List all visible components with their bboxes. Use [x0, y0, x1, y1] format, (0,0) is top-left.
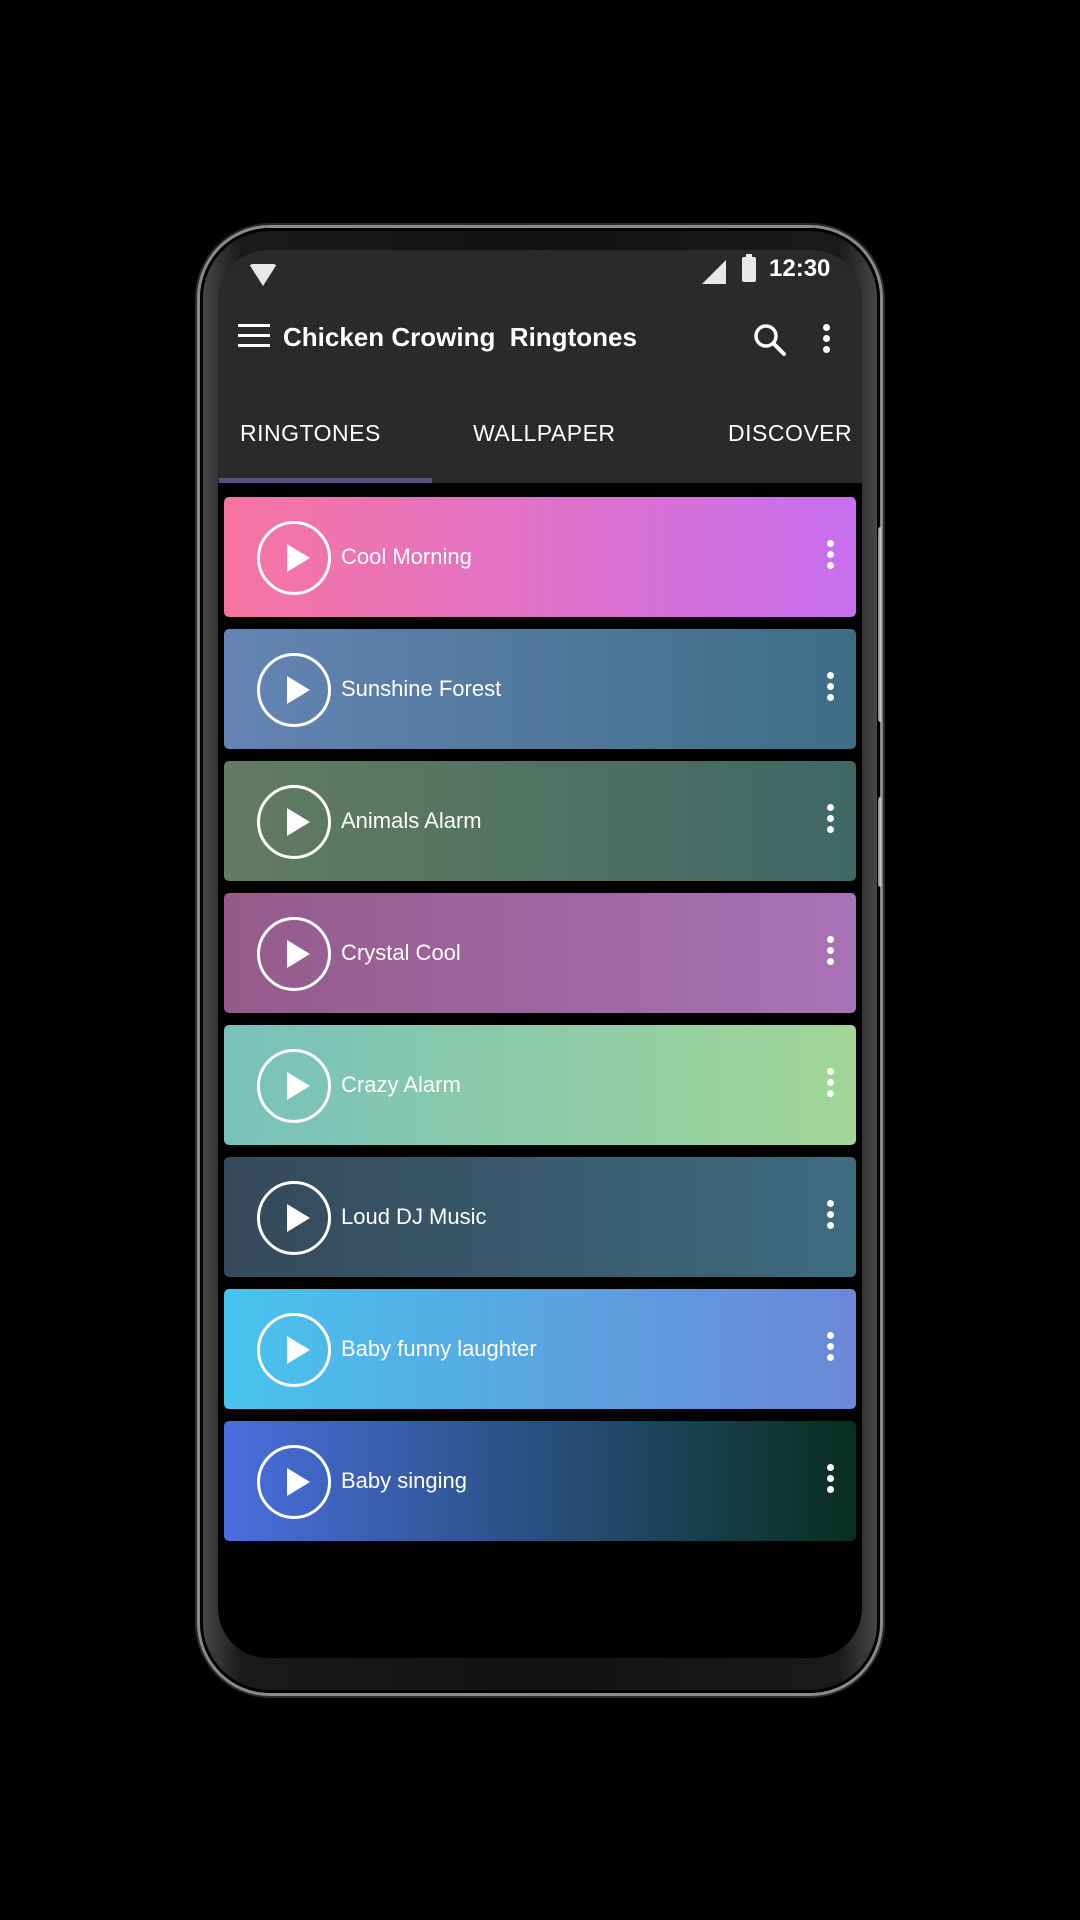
play-icon[interactable] [257, 1445, 331, 1519]
ringtone-item[interactable]: Baby singing [224, 1421, 856, 1541]
ringtone-title: Loud DJ Music [341, 1204, 487, 1229]
menu-icon[interactable] [238, 323, 270, 349]
ringtone-item[interactable]: Loud DJ Music [224, 1157, 856, 1277]
ringtone-item[interactable]: Baby funny laughter [224, 1289, 856, 1409]
ringtone-list: Cool Morning Sunshine Forest Animals Alarm… [224, 497, 856, 1553]
ringtone-title: Animals Alarm [341, 808, 482, 833]
ringtone-title: Baby funny laughter [341, 1336, 537, 1361]
more-vert-icon[interactable] [825, 936, 835, 965]
play-icon[interactable] [257, 785, 331, 859]
ringtone-item[interactable]: Crazy Alarm [224, 1025, 856, 1145]
ringtone-item[interactable]: Crystal Cool [224, 893, 856, 1013]
app-bar: Chicken Crowing Ringtones [218, 302, 862, 378]
ringtone-item[interactable]: Animals Alarm [224, 761, 856, 881]
volume-button [878, 527, 883, 722]
ringtone-title: Cool Morning [341, 544, 472, 569]
signal-icon [702, 260, 726, 284]
ringtone-title: Baby singing [341, 1468, 467, 1493]
ringtone-title: Crystal Cool [341, 940, 461, 965]
tab-wallpaper[interactable]: WALLPAPER [473, 420, 616, 447]
tab-indicator [219, 478, 432, 483]
more-vert-icon[interactable] [825, 1464, 835, 1493]
more-vert-icon[interactable] [825, 1068, 835, 1097]
more-vert-icon[interactable] [825, 672, 835, 701]
status-time: 12:30 [769, 255, 831, 282]
wifi-icon [249, 264, 277, 286]
tab-ringtones[interactable]: RINGTONES [240, 420, 381, 447]
tab-bar: RINGTONES WALLPAPER DISCOVER [218, 400, 862, 483]
play-icon[interactable] [257, 917, 331, 991]
more-vert-icon[interactable] [825, 1200, 835, 1229]
tab-discover[interactable]: DISCOVER [728, 420, 852, 447]
play-icon[interactable] [257, 521, 331, 595]
play-icon[interactable] [257, 653, 331, 727]
more-vert-icon[interactable] [821, 324, 831, 353]
more-vert-icon[interactable] [825, 804, 835, 833]
battery-icon [742, 254, 756, 282]
power-button [878, 797, 883, 887]
status-bar: 12:30 [218, 250, 862, 290]
screen: 12:30 Chicken Crowing Ringtones RINGTONE… [218, 250, 862, 1658]
search-icon[interactable] [752, 322, 788, 358]
play-icon[interactable] [257, 1049, 331, 1123]
ringtone-item[interactable]: Sunshine Forest [224, 629, 856, 749]
play-icon[interactable] [257, 1313, 331, 1387]
more-vert-icon[interactable] [825, 540, 835, 569]
app-title: Chicken Crowing Ringtones [283, 322, 637, 352]
ringtone-title: Crazy Alarm [341, 1072, 461, 1097]
more-vert-icon[interactable] [825, 1332, 835, 1361]
ringtone-item[interactable]: Cool Morning [224, 497, 856, 617]
ringtone-title: Sunshine Forest [341, 676, 502, 701]
play-icon[interactable] [257, 1181, 331, 1255]
top-bar: 12:30 Chicken Crowing Ringtones RINGTONE… [218, 250, 862, 483]
